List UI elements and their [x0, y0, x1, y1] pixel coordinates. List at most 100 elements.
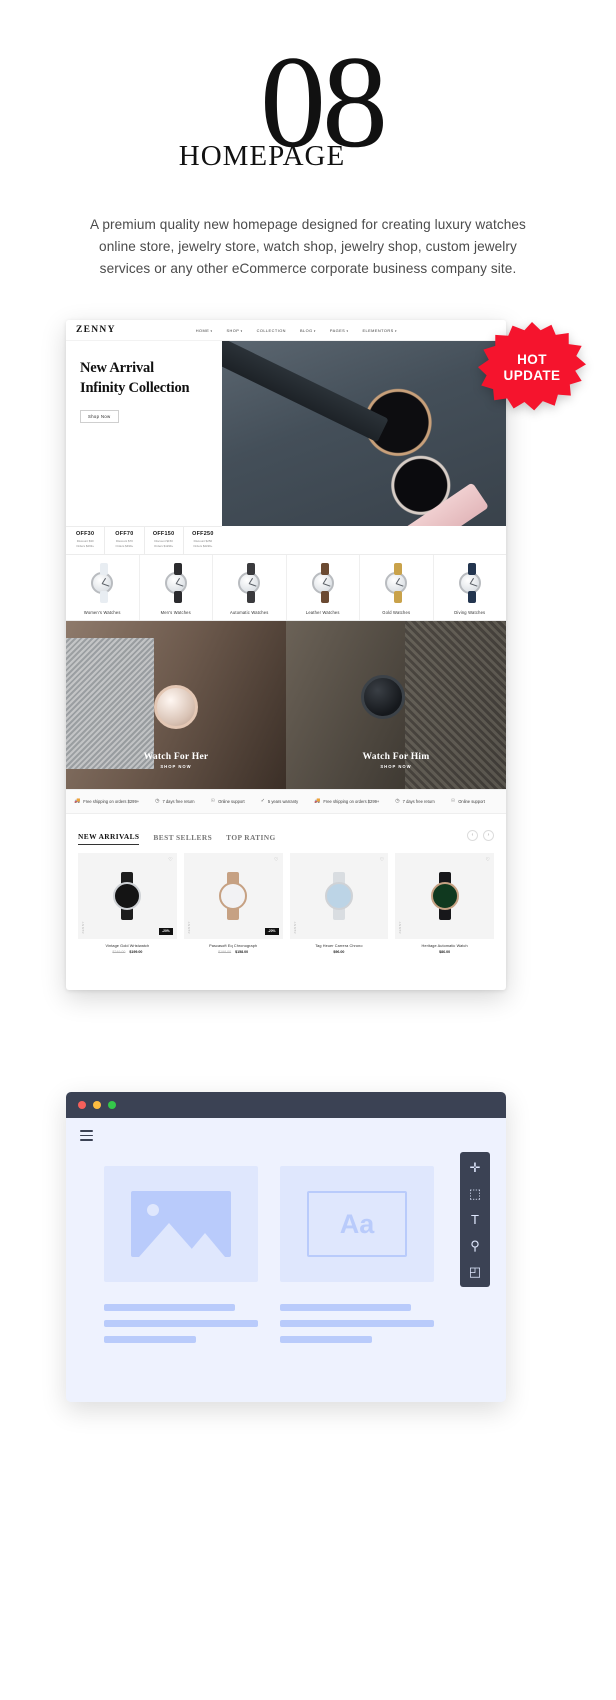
hot-update-badge: HOT UPDATE — [478, 322, 586, 414]
window-maximize-dot[interactable] — [108, 1101, 116, 1110]
watch-graphic — [430, 871, 460, 920]
zoom-icon[interactable]: ⚲ — [470, 1239, 480, 1252]
category-item-automatic[interactable]: Automatic Watches — [213, 554, 287, 620]
product-old-price: $198.00 — [218, 949, 232, 954]
site-header: ZENNY HOME SHOP COLLECTION BLOG PAGES EL… — [66, 320, 506, 342]
product-price: $249.00 $199.00 — [78, 950, 177, 954]
text-icon[interactable]: T — [471, 1213, 479, 1226]
hamburger-menu-icon[interactable] — [80, 1130, 93, 1144]
site-logo[interactable]: ZENNY — [76, 325, 116, 335]
banner-watch-for-him[interactable]: Watch For Him SHOP NOW — [286, 620, 506, 789]
clock-icon: ◷ — [155, 797, 160, 804]
nav-item-shop[interactable]: SHOP — [227, 328, 243, 333]
feature-item: ◷ 7 days free return — [395, 798, 435, 804]
product-card[interactable]: ♡ ZENNY -20% Pascasoft Eq Chronograph $1… — [183, 852, 283, 954]
watch-icon — [376, 561, 416, 605]
category-label: Automatic Watches — [229, 609, 269, 615]
hero-strap-pink — [392, 482, 490, 527]
coupon-card[interactable]: OFF150 Discount $150 Orders $1k99+ — [145, 527, 184, 554]
nav-item-home[interactable]: HOME — [196, 328, 213, 333]
hot-update-text: HOT UPDATE — [504, 352, 561, 385]
feature-label: 5 years warranty — [267, 798, 299, 804]
feature-item: ☉ Online support — [211, 798, 245, 804]
window-close-dot[interactable] — [78, 1101, 86, 1110]
banner-cta[interactable]: SHOP NOW — [66, 764, 286, 769]
coupon-orders: Orders $2k99+ — [193, 544, 213, 549]
nav-item-elementors[interactable]: ELEMENTORS — [362, 328, 397, 333]
banner-row: Watch For Her SHOP NOW Watch For Him SHO… — [66, 620, 506, 789]
carousel-prev-button[interactable]: ‹ — [467, 829, 478, 841]
select-icon[interactable]: ⬚ — [469, 1187, 481, 1200]
coupon-code: OFF250 — [192, 531, 214, 538]
mockup-section: ZENNY HOME SHOP COLLECTION BLOG PAGES EL… — [0, 320, 616, 1010]
discount-badge: -20% — [159, 927, 173, 935]
tab-best-sellers[interactable]: BEST SELLERS — [153, 833, 212, 845]
product-new-price: $96.00 — [333, 949, 345, 954]
product-new-price: $199.00 — [129, 949, 143, 954]
truck-icon: 🚚 — [314, 797, 321, 804]
coupon-orders: Orders $499+ — [115, 544, 134, 549]
nav-item-pages[interactable]: PAGES — [330, 328, 349, 333]
coupon-orders: Orders $299+ — [76, 544, 94, 549]
wishlist-heart-icon[interactable]: ♡ — [274, 857, 278, 863]
product-name: Vintage Gold Wristwatch — [105, 943, 150, 948]
window-minimize-dot[interactable] — [93, 1101, 101, 1110]
image-placeholder-card[interactable] — [104, 1166, 258, 1283]
feature-label: 7 days free return — [162, 798, 195, 804]
banner-text: Watch For Him SHOP NOW — [286, 751, 506, 769]
banner-title: Watch For Her — [143, 750, 209, 762]
category-item-mens[interactable]: Men's Watches — [140, 554, 213, 620]
feature-item: ☉ Online support — [451, 798, 485, 804]
hero-title-line1: New Arrival — [80, 360, 154, 377]
watch-graphic — [324, 871, 354, 920]
category-row: Women's Watches Men's Watches Automatic … — [66, 553, 507, 621]
lines-column-right — [280, 1304, 434, 1352]
text-placeholder-card[interactable]: Aa — [280, 1166, 434, 1283]
tab-top-rating[interactable]: TOP RATING — [226, 833, 276, 845]
category-item-gold[interactable]: Gold Watches — [360, 554, 434, 620]
watch-icon — [229, 561, 269, 605]
wishlist-heart-icon[interactable]: ♡ — [168, 857, 172, 863]
product-price: $96.00 — [290, 950, 389, 954]
feature-label: Free shipping on orders $299+ — [323, 798, 380, 804]
category-label: Women's Watches — [83, 609, 121, 615]
nav-item-blog[interactable]: BLOG — [300, 328, 316, 333]
category-label: Men's Watches — [160, 609, 191, 615]
move-icon[interactable]: ✛ — [470, 1161, 481, 1174]
tab-new-arrivals[interactable]: NEW ARRIVALS — [78, 832, 140, 845]
coupon-discount: Discount $70 — [115, 538, 133, 543]
category-item-leather[interactable]: Leather Watches — [287, 554, 360, 620]
discount-badge: -20% — [264, 927, 279, 935]
banner-cta[interactable]: SHOP NOW — [286, 764, 506, 769]
banner-watch-for-her[interactable]: Watch For Her SHOP NOW — [66, 620, 286, 789]
placeholder-line — [280, 1304, 411, 1312]
wishlist-heart-icon[interactable]: ♡ — [486, 857, 490, 863]
banner-text: Watch For Her SHOP NOW — [66, 751, 286, 769]
wishlist-heart-icon[interactable]: ♡ — [380, 857, 384, 863]
category-item-diving[interactable]: Diving Watches — [434, 555, 507, 620]
coupon-card[interactable]: OFF30 Discount $30 Orders $299+ — [66, 527, 106, 554]
layers-icon[interactable]: ◰ — [469, 1265, 481, 1278]
product-price: $198.00 $158.00 — [184, 950, 283, 954]
editor-toolbar: ✛ ⬚ T ⚲ ◰ — [460, 1152, 490, 1288]
product-name: Tag Heuer Carrera Chrono — [315, 943, 363, 948]
product-card[interactable]: ♡ ZENNY -20% Vintage Gold Wristwatch $24… — [78, 852, 177, 954]
coupon-card[interactable]: OFF250 Discount $250 Orders $2k99+ — [184, 527, 222, 554]
shop-now-button[interactable]: Shop Now — [80, 410, 119, 424]
product-card[interactable]: ♡ ZENNY Heritage Automatic Watch $86.00 — [395, 852, 494, 954]
watch-icon — [156, 561, 196, 605]
carousel-next-button[interactable]: › — [483, 829, 494, 841]
placeholder-line — [280, 1320, 434, 1328]
coupon-discount: Discount $150 — [154, 538, 173, 543]
coupon-card[interactable]: OFF70 Discount $70 Orders $499+ — [105, 527, 145, 554]
product-card[interactable]: ♡ ZENNY Tag Heuer Carrera Chrono $96.00 — [289, 852, 389, 954]
watch-graphic — [218, 871, 248, 920]
coupon-code: OFF150 — [152, 531, 175, 538]
feature-item: ◷ 7 days free return — [155, 797, 195, 804]
category-item-womens[interactable]: Women's Watches — [66, 554, 140, 620]
product-thumbnail: ♡ ZENNY -20% — [183, 852, 283, 939]
product-thumbnail: ♡ ZENNY — [289, 852, 389, 939]
feature-label: 7 days free return — [402, 798, 435, 804]
nav-item-collection[interactable]: COLLECTION — [257, 328, 286, 333]
category-label: Leather Watches — [305, 609, 340, 615]
